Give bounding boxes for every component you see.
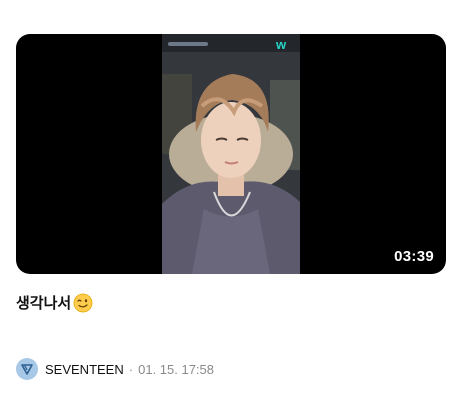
video-thumbnail[interactable]: w: [162, 34, 300, 274]
post-card: w 03:39 생각나서 SEVENTEEN · 01. 15. 17:58: [0, 0, 460, 400]
svg-text:w: w: [275, 37, 287, 52]
meta-separator: ·: [128, 361, 134, 377]
video-duration: 03:39: [394, 248, 434, 265]
post-caption: 생각나서: [16, 292, 93, 313]
video-player[interactable]: w 03:39: [16, 34, 446, 274]
author-name[interactable]: SEVENTEEN: [45, 362, 124, 377]
caption-text: 생각나서: [16, 294, 72, 312]
winking-face-emoji-icon: [73, 293, 93, 313]
post-timestamp: 01. 15. 17:58: [138, 361, 214, 377]
seventeen-logo-icon: [21, 364, 33, 375]
post-meta: SEVENTEEN · 01. 15. 17:58: [16, 358, 214, 380]
avatar[interactable]: [16, 358, 38, 380]
